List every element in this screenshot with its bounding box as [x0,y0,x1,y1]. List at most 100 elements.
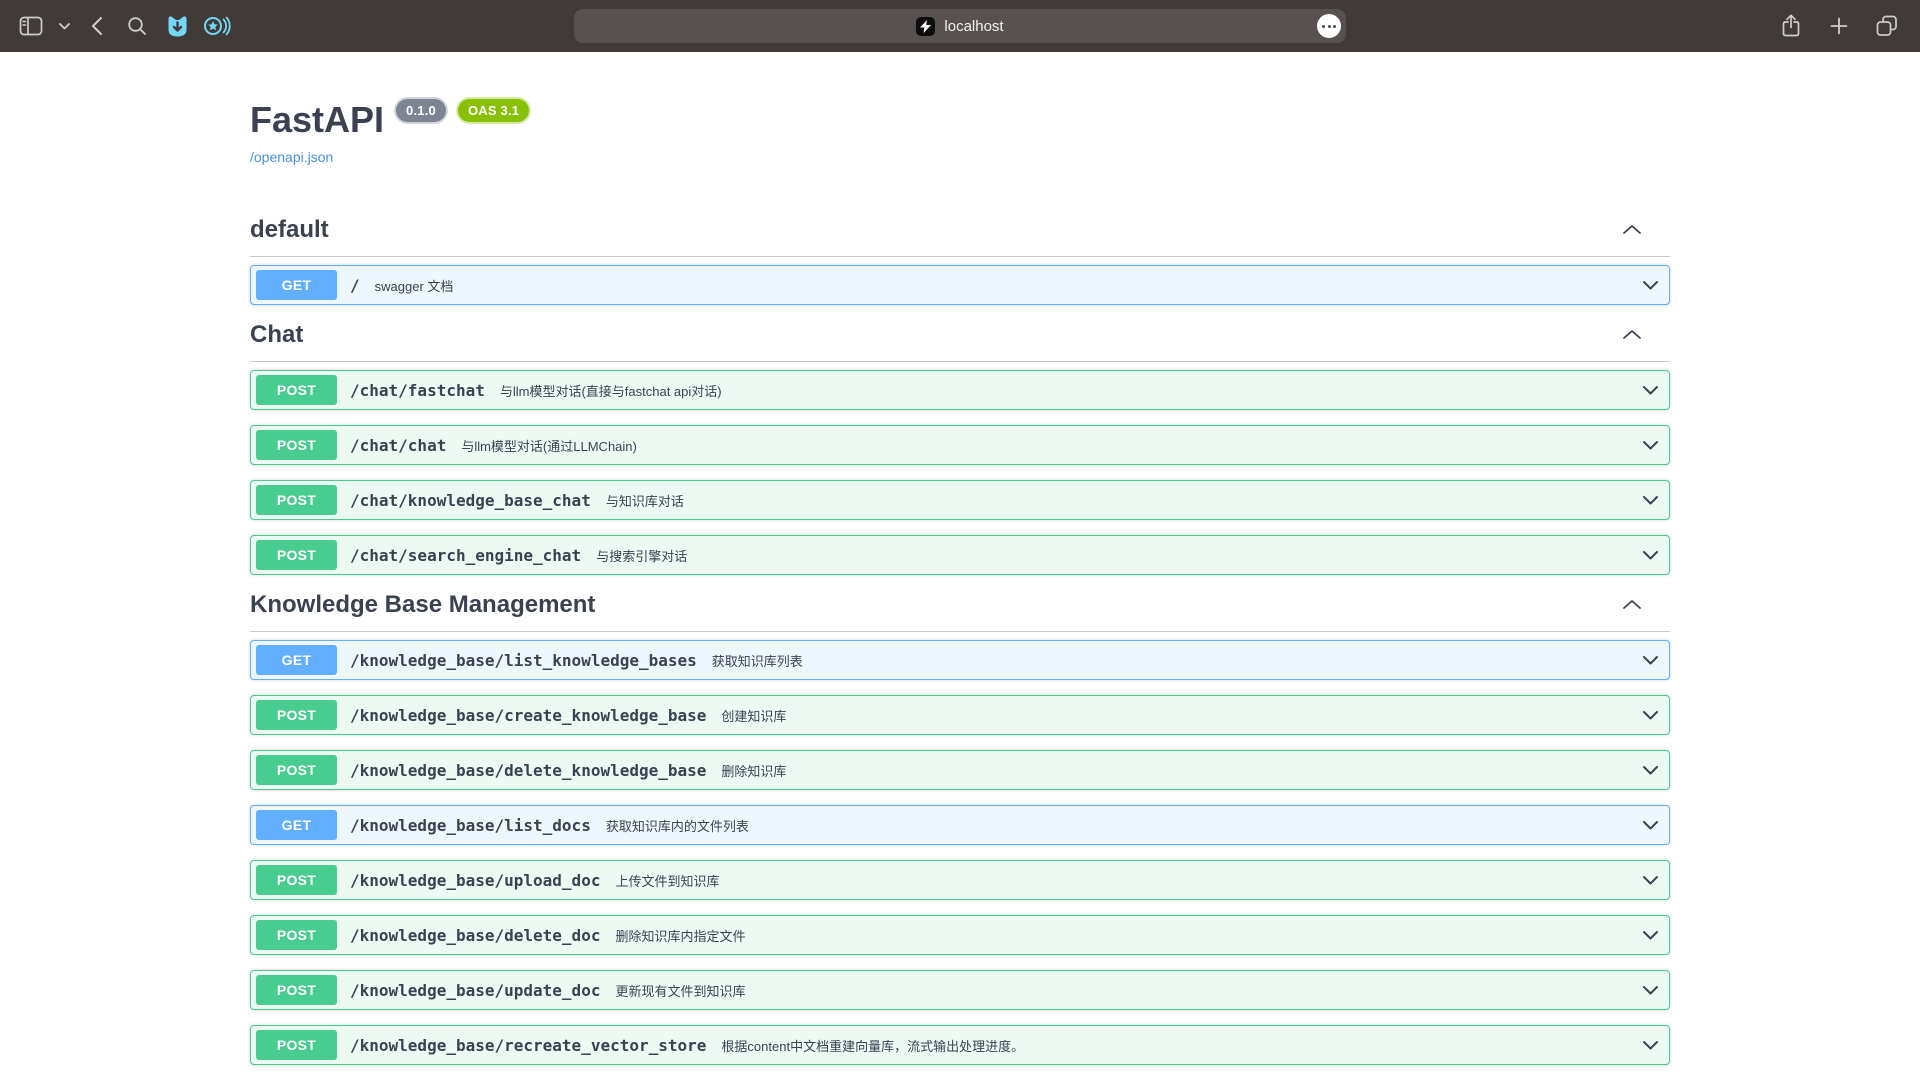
method-badge: POST [256,865,337,895]
endpoint-description: 与llm模型对话(通过LLMChain) [461,436,637,455]
expand-endpoint-icon [1642,710,1659,721]
section-header[interactable]: Knowledge Base Management [250,590,1670,632]
shield-extension-icon [165,14,190,38]
expand-endpoint-icon [1642,820,1659,831]
expand-endpoint-icon [1642,875,1659,886]
back-button[interactable] [80,9,114,43]
endpoint-description: 与搜索引擎对话 [596,546,687,565]
endpoint-row[interactable]: GET /knowledge_base/list_docs 获取知识库内的文件列… [250,805,1670,845]
collapse-section-icon [1622,224,1642,235]
method-badge: POST [256,375,337,405]
method-badge: POST [256,755,337,785]
plus-icon [1830,17,1848,35]
oas-badge: OAS 3.1 [458,99,529,122]
endpoint-path: /chat/fastchat [350,381,485,400]
api-section: Chat POST /chat/fastchat 与llm模型对话(直接与fas… [250,320,1670,575]
endpoint-path: /knowledge_base/recreate_vector_store [350,1036,706,1055]
endpoint-description: 与llm模型对话(直接与fastchat api对话) [500,381,722,400]
endpoint-description: 创建知识库 [721,706,786,725]
collapse-section-icon [1622,599,1642,610]
expand-endpoint-icon [1642,1040,1659,1051]
api-sections: default GET / swagger 文档 Chat POST /chat… [250,215,1670,1065]
section-header[interactable]: Chat [250,320,1670,362]
toolbar-right-group [1774,9,1920,43]
expand-endpoint-icon [1642,550,1659,561]
endpoint-description: 更新现有文件到知识库 [615,981,745,1000]
endpoint-row[interactable]: POST /knowledge_base/delete_doc 删除知识库内指定… [250,915,1670,955]
expand-endpoint-icon [1642,765,1659,776]
endpoint-row[interactable]: POST /knowledge_base/update_doc 更新现有文件到知… [250,970,1670,1010]
endpoint-path: / [350,276,360,295]
endpoint-description: 获取知识库内的文件列表 [606,816,749,835]
endpoint-path: /chat/search_engine_chat [350,546,581,565]
method-badge: POST [256,920,337,950]
endpoint-row[interactable]: POST /knowledge_base/recreate_vector_sto… [250,1025,1670,1065]
endpoint-row[interactable]: POST /chat/chat 与llm模型对话(通过LLMChain) [250,425,1670,465]
new-tab-button[interactable] [1822,9,1856,43]
api-section: Knowledge Base Management GET /knowledge… [250,590,1670,1065]
section-title: Chat [250,320,303,349]
endpoint-path: /chat/chat [350,436,446,455]
endpoint-path: /knowledge_base/delete_knowledge_base [350,761,706,780]
chevron-down-icon [59,23,70,30]
endpoint-row[interactable]: GET /knowledge_base/list_knowledge_bases… [250,640,1670,680]
expand-endpoint-icon [1642,495,1659,506]
section-endpoints: GET / swagger 文档 [250,257,1670,305]
endpoint-row[interactable]: POST /chat/fastchat 与llm模型对话(直接与fastchat… [250,370,1670,410]
method-badge: POST [256,1030,337,1060]
address-bar[interactable]: localhost [574,9,1346,43]
endpoint-path: /knowledge_base/create_knowledge_base [350,706,706,725]
openapi-spec-link[interactable]: /openapi.json [250,149,333,166]
endpoint-row[interactable]: POST /knowledge_base/upload_doc 上传文件到知识库 [250,860,1670,900]
back-chevron-icon [91,16,103,36]
endpoint-row[interactable]: POST /knowledge_base/delete_knowledge_ba… [250,750,1670,790]
sidebar-toggle-button[interactable] [14,9,48,43]
search-button[interactable] [120,9,154,43]
method-badge: POST [256,700,337,730]
section-header[interactable]: default [250,215,1670,257]
api-info: FastAPI 0.1.0 OAS 3.1 /openapi.json [250,98,1670,167]
tab-overview-button[interactable] [1870,9,1904,43]
sidebar-icon [19,16,43,36]
extension-shield-button[interactable] [160,9,194,43]
endpoint-row[interactable]: POST /chat/knowledge_base_chat 与知识库对话 [250,480,1670,520]
share-icon [1781,14,1801,38]
endpoint-description: 上传文件到知识库 [615,871,719,890]
lightning-bolt-icon [920,20,931,33]
endpoint-description: swagger 文档 [375,276,454,295]
endpoint-row[interactable]: GET / swagger 文档 [250,265,1670,305]
expand-endpoint-icon [1642,930,1659,941]
ellipsis-icon [1322,25,1325,28]
expand-endpoint-icon [1642,280,1659,291]
section-title: Knowledge Base Management [250,590,595,619]
method-badge: POST [256,975,337,1005]
section-endpoints: GET /knowledge_base/list_knowledge_bases… [250,632,1670,1065]
browser-toolbar: localhost [0,0,1920,52]
section-endpoints: POST /chat/fastchat 与llm模型对话(直接与fastchat… [250,362,1670,575]
method-badge: GET [256,645,337,675]
method-badge: POST [256,540,337,570]
extensions-menu-button[interactable] [1317,14,1341,38]
endpoint-path: /knowledge_base/list_knowledge_bases [350,651,697,670]
expand-endpoint-icon [1642,385,1659,396]
method-badge: POST [256,430,337,460]
address-text: localhost [944,18,1003,35]
endpoint-path: /knowledge_base/list_docs [350,816,591,835]
api-section: default GET / swagger 文档 [250,215,1670,305]
endpoint-row[interactable]: POST /knowledge_base/create_knowledge_ba… [250,695,1670,735]
extension-waves-button[interactable] [200,9,234,43]
sidebar-menu-button[interactable] [54,9,74,43]
section-title: default [250,215,329,244]
endpoint-description: 与知识库对话 [606,491,684,510]
endpoint-row[interactable]: POST /chat/search_engine_chat 与搜索引擎对话 [250,535,1670,575]
endpoint-description: 获取知识库列表 [712,651,803,670]
expand-endpoint-icon [1642,440,1659,451]
waves-star-extension-icon [203,14,231,38]
share-button[interactable] [1774,9,1808,43]
toolbar-left-group [0,9,234,43]
site-favicon [916,17,935,36]
endpoint-description: 根据content中文档重建向量库，流式输出处理进度。 [721,1036,1024,1055]
collapse-section-icon [1622,329,1642,340]
search-icon [127,16,147,36]
endpoint-path: /knowledge_base/upload_doc [350,871,600,890]
